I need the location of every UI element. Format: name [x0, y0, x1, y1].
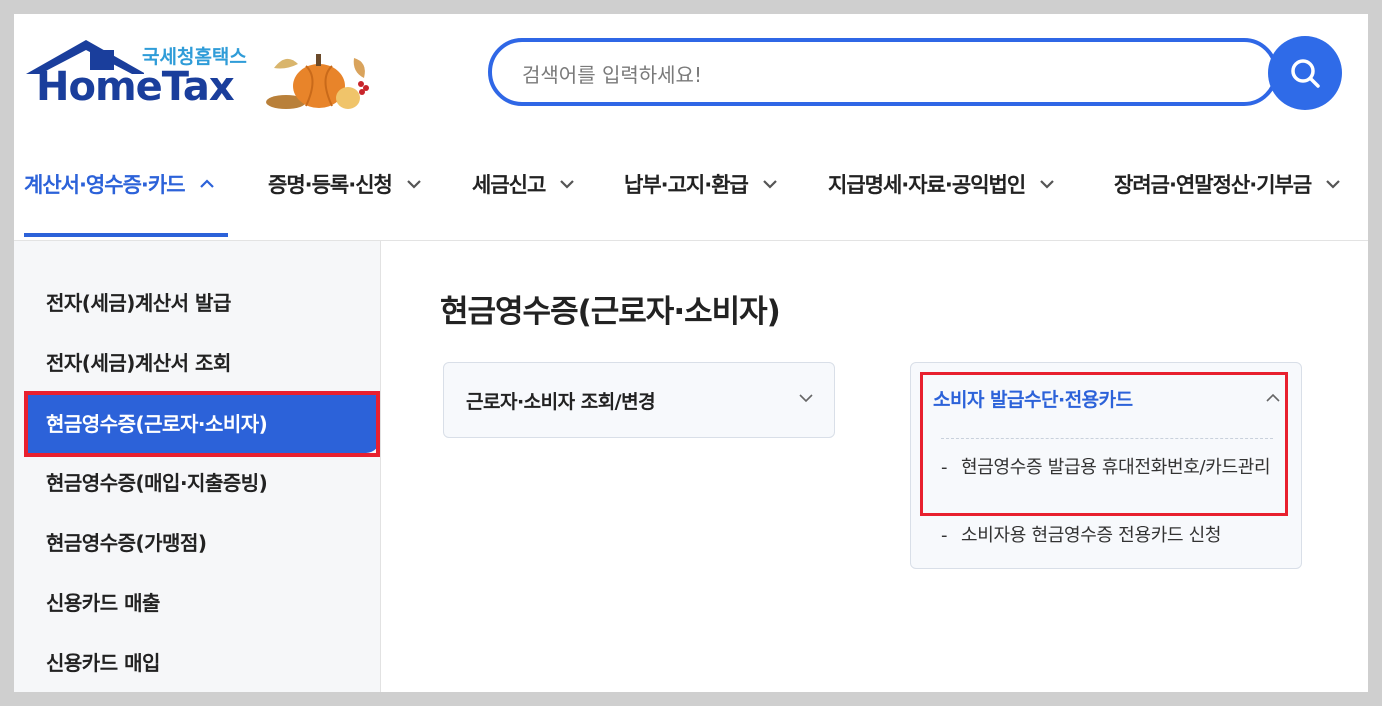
search-icon: [1291, 59, 1320, 88]
sidebar-item-cash-receipt-purchase[interactable]: 현금영수증(매입·지출증빙): [46, 467, 268, 496]
main-nav: 계산서·영수증·카드 증명·등록·신청 세금신고 납부·고지·환급 지급명세·자…: [14, 154, 1368, 241]
sidebar-item-e-invoice-issue[interactable]: 전자(세금)계산서 발급: [46, 287, 231, 316]
sidebar-item-cash-receipt-merchant[interactable]: 현금영수증(가맹점): [46, 527, 207, 556]
page-title: 현금영수증(근로자·소비자): [440, 294, 781, 330]
sidebar: 전자(세금)계산서 발급 전자(세금)계산서 조회 현금영수증(근로자·소비자)…: [14, 241, 381, 692]
divider: [941, 438, 1273, 439]
pumpkin-decoration-icon: [266, 54, 369, 109]
accordion-worker-consumer-inquiry[interactable]: 근로자·소비자 조회/변경: [443, 362, 835, 438]
nav-item-label: 장려금·연말정산·기부금: [1114, 173, 1312, 197]
sidebar-item-cash-receipt-consumer[interactable]: 현금영수증(근로자·소비자): [24, 391, 380, 453]
nav-item-incentive-yearend[interactable]: 장려금·연말정산·기부금: [1114, 164, 1341, 204]
chevron-down-icon: [799, 394, 813, 403]
nav-item-tax-report[interactable]: 세금신고: [472, 164, 575, 204]
hometax-logo[interactable]: 국세청홈택스 HomeTax: [22, 38, 262, 128]
chevron-down-icon: [1039, 179, 1055, 189]
chevron-down-icon: [559, 179, 575, 189]
page: 국세청홈택스 HomeTax 계산서·영수증·카드: [14, 14, 1368, 692]
submenu-item-dedicated-card-application[interactable]: - 소비자용 현금영수증 전용카드 신청: [941, 523, 1281, 549]
chevron-up-icon[interactable]: [1265, 393, 1281, 403]
nav-item-label: 계산서·영수증·카드: [24, 173, 186, 197]
nav-item-invoice-receipt-card[interactable]: 계산서·영수증·카드: [24, 164, 215, 204]
accordion-label: 근로자·소비자 조회/변경: [466, 391, 656, 413]
bullet-dash: -: [941, 525, 948, 546]
accordion-header[interactable]: 소비자 발급수단·전용카드: [933, 385, 1133, 412]
accordion-consumer-issuance-means: 소비자 발급수단·전용카드 - 현금영수증 발급용 휴대전화번호/카드관리 - …: [910, 362, 1302, 569]
chevron-down-icon: [406, 179, 422, 189]
nav-item-payment-refund[interactable]: 납부·고지·환급: [624, 164, 778, 204]
nav-item-payment-statement[interactable]: 지급명세·자료·공익법인: [828, 164, 1055, 204]
search-bar: [488, 36, 1342, 112]
nav-item-certificate-register[interactable]: 증명·등록·신청: [268, 164, 422, 204]
search-box: [488, 38, 1278, 106]
bullet-dash: -: [941, 457, 948, 478]
sidebar-item-e-invoice-inquiry[interactable]: 전자(세금)계산서 조회: [46, 347, 231, 376]
search-button[interactable]: [1268, 36, 1342, 110]
chevron-down-icon: [762, 179, 778, 189]
nav-item-label: 납부·고지·환급: [624, 173, 749, 197]
submenu-item-label: 현금영수증 발급용 휴대전화번호/카드관리: [961, 457, 1271, 478]
nav-item-label: 지급명세·자료·공익법인: [828, 173, 1026, 197]
sidebar-item-label: 현금영수증(근로자·소비자): [46, 412, 268, 436]
nav-item-label: 세금신고: [472, 173, 546, 197]
submenu-item-phone-card-management[interactable]: - 현금영수증 발급용 휴대전화번호/카드관리: [941, 455, 1281, 481]
search-input[interactable]: [520, 56, 1214, 94]
submenu-item-label: 소비자용 현금영수증 전용카드 신청: [961, 525, 1222, 546]
sidebar-item-credit-card-purchase[interactable]: 신용카드 매입: [46, 647, 160, 676]
nav-item-label: 증명·등록·신청: [268, 173, 393, 197]
nav-active-underline: [24, 233, 228, 237]
chevron-down-icon: [1325, 179, 1341, 189]
sidebar-item-credit-card-sales[interactable]: 신용카드 매출: [46, 587, 160, 616]
chevron-up-icon: [199, 179, 215, 189]
logo-english-text: HomeTax: [36, 64, 235, 110]
